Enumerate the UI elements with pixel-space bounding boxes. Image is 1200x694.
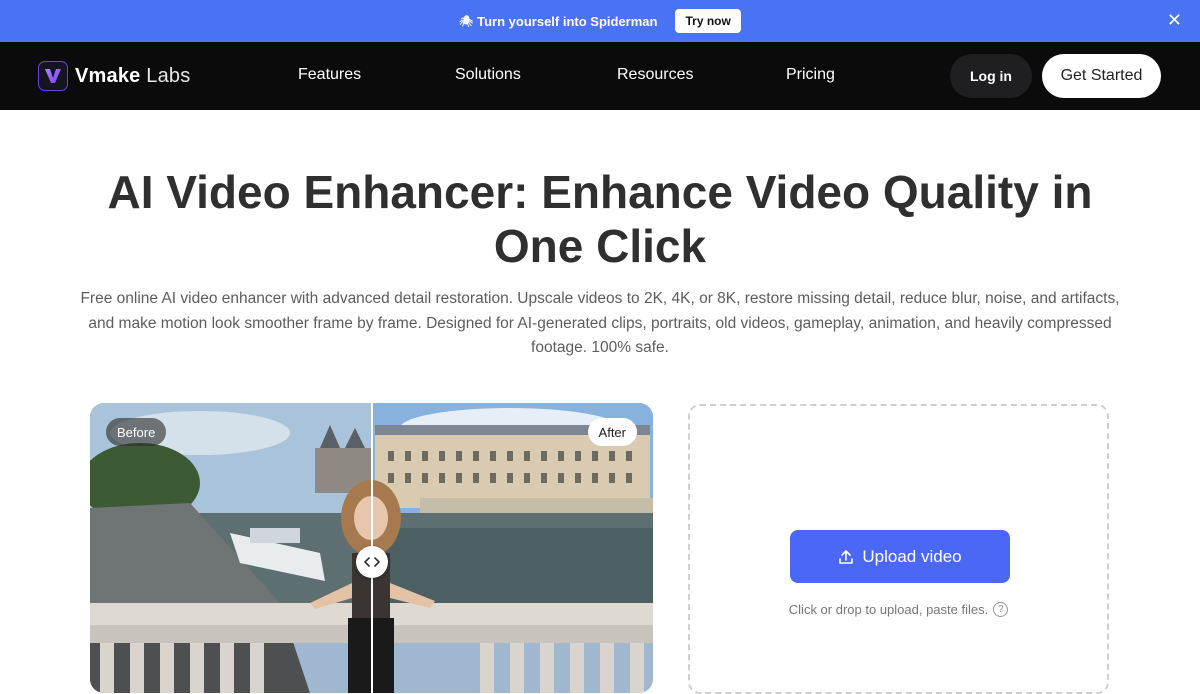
page-title: AI Video Enhancer: Enhance Video Quality…: [107, 166, 1093, 272]
close-icon[interactable]: ✕: [1167, 11, 1182, 29]
get-started-button[interactable]: Get Started: [1042, 54, 1161, 98]
help-icon[interactable]: ?: [993, 602, 1009, 617]
upload-video-label: Upload video: [862, 546, 962, 566]
try-now-button[interactable]: Try now: [675, 9, 741, 33]
promo-text: 🕷 Turn yourself into Spiderman: [459, 14, 657, 29]
page-subtitle: Free online AI video enhancer with advan…: [80, 290, 1120, 356]
nav-resources[interactable]: Resources: [617, 66, 693, 84]
top-nav: Vmake Labs Features Solutions Resources …: [0, 42, 1200, 110]
brand-suffix: Labs: [146, 64, 191, 87]
brand-name: Vmake Labs: [75, 65, 190, 88]
chevron-left-right-icon: [364, 557, 380, 567]
nav-features[interactable]: Features: [298, 66, 361, 84]
after-label: After: [587, 418, 637, 446]
login-button[interactable]: Log in: [950, 54, 1032, 98]
upload-dropzone[interactable]: Upload video Click or drop to upload, pa…: [688, 404, 1109, 694]
brand-logo[interactable]: Vmake Labs: [38, 61, 190, 91]
promo-label: Turn yourself into Spiderman: [477, 13, 658, 29]
nav-pricing[interactable]: Pricing: [786, 66, 835, 84]
brand-main: Vmake: [75, 64, 141, 87]
logo-v-icon: [38, 61, 68, 91]
before-after-slider[interactable]: Before After: [90, 403, 653, 693]
upload-video-button[interactable]: Upload video: [790, 530, 1010, 583]
promo-banner: 🕷 Turn yourself into Spiderman Try now ✕: [0, 0, 1200, 42]
before-label: Before: [106, 418, 167, 446]
spider-icon: 🕷: [459, 15, 474, 28]
upload-hint: Click or drop to upload, paste files. ?: [690, 602, 1107, 617]
upload-icon: [839, 549, 854, 564]
slider-handle[interactable]: [356, 546, 388, 578]
nav-solutions[interactable]: Solutions: [455, 66, 521, 84]
upload-hint-text: Click or drop to upload, paste files.: [788, 602, 989, 617]
